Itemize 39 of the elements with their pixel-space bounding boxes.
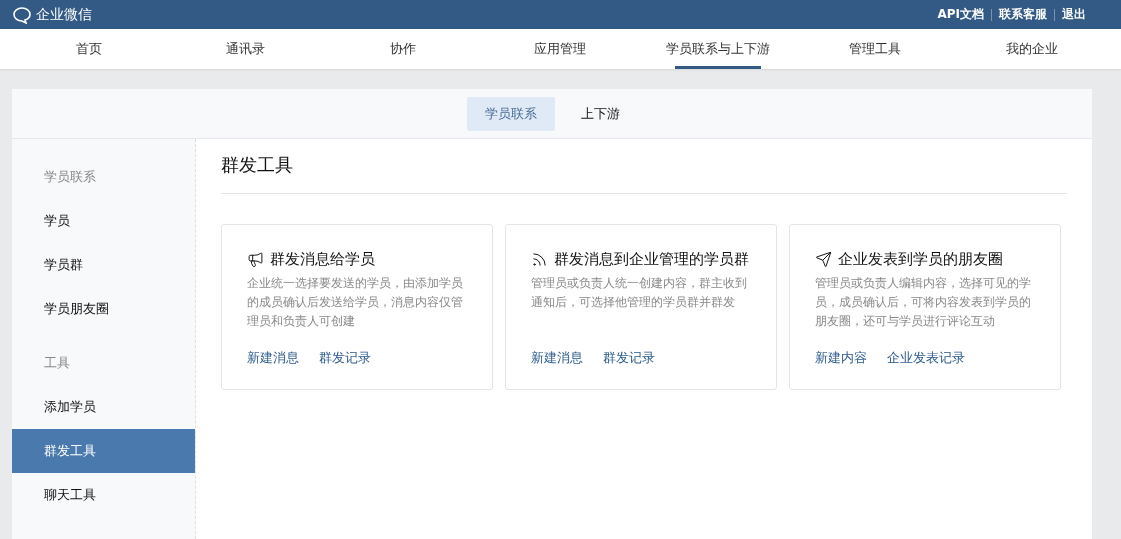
nav-tab[interactable]: 首页 bbox=[10, 29, 168, 69]
send-icon bbox=[815, 251, 832, 268]
card-description: 管理员或负责人编辑内容，选择可见的学员，成员确认后，可将内容发表到学员的朋友圈，还可与学员进行评论互动 bbox=[815, 275, 1032, 330]
logo-text: 企业微信 bbox=[36, 5, 92, 24]
card-description: 企业统一选择要发送的学员，由添加学员的成员确认后发送给学员，消息内容仅管理员和负责人可创建 bbox=[247, 275, 464, 330]
nav-tab[interactable]: 通讯录 bbox=[167, 29, 325, 69]
sub-tab[interactable]: 上下游 bbox=[562, 96, 638, 131]
card-link[interactable]: 群发记录 bbox=[603, 349, 655, 367]
card-link[interactable]: 新建消息 bbox=[531, 349, 583, 367]
megaphone-icon bbox=[247, 251, 264, 268]
sidebar-item[interactable]: 学员朋友圈 bbox=[12, 287, 195, 331]
nav-tab[interactable]: 学员联系与上下游 bbox=[639, 29, 797, 69]
nav-tab[interactable]: 管理工具 bbox=[796, 29, 954, 69]
card-description: 管理员或负责人统一创建内容，群主收到通知后，可选择他管理的学员群并群发 bbox=[531, 275, 748, 311]
logo[interactable]: 企业微信 bbox=[12, 5, 92, 24]
page-title: 群发工具 bbox=[221, 153, 1067, 194]
card-link[interactable]: 新建内容 bbox=[815, 349, 867, 367]
card-title: 企业发表到学员的朋友圈 bbox=[838, 249, 1003, 270]
nav-tab[interactable]: 协作 bbox=[324, 29, 482, 69]
card-link[interactable]: 群发记录 bbox=[319, 349, 371, 367]
sidebar-item[interactable]: 学员 bbox=[12, 199, 195, 243]
sidebar-item[interactable]: 添加学员 bbox=[12, 385, 195, 429]
sidebar-item[interactable]: 聊天工具 bbox=[12, 473, 195, 517]
header-link[interactable]: 联系客服 bbox=[992, 6, 1054, 23]
header-link[interactable]: API文档 bbox=[930, 6, 991, 23]
sidebar-heading: 工具 bbox=[43, 354, 71, 372]
sidebar-item[interactable]: 学员群 bbox=[12, 243, 195, 287]
card-title: 群发消息到企业管理的学员群 bbox=[554, 249, 749, 270]
card-link[interactable]: 新建消息 bbox=[247, 349, 299, 367]
nav-tab[interactable]: 应用管理 bbox=[481, 29, 640, 69]
card-link[interactable]: 企业发表记录 bbox=[887, 349, 965, 367]
chat-bubble-icon bbox=[12, 5, 32, 24]
header-link[interactable]: 退出 bbox=[1055, 6, 1093, 23]
rss-icon bbox=[531, 251, 548, 268]
sidebar-heading: 学员联系 bbox=[43, 168, 97, 186]
sub-tab[interactable]: 学员联系 bbox=[466, 96, 555, 131]
sidebar-item[interactable]: 群发工具 bbox=[12, 429, 195, 473]
card-title: 群发消息给学员 bbox=[270, 249, 375, 270]
nav-tab[interactable]: 我的企业 bbox=[953, 29, 1111, 69]
